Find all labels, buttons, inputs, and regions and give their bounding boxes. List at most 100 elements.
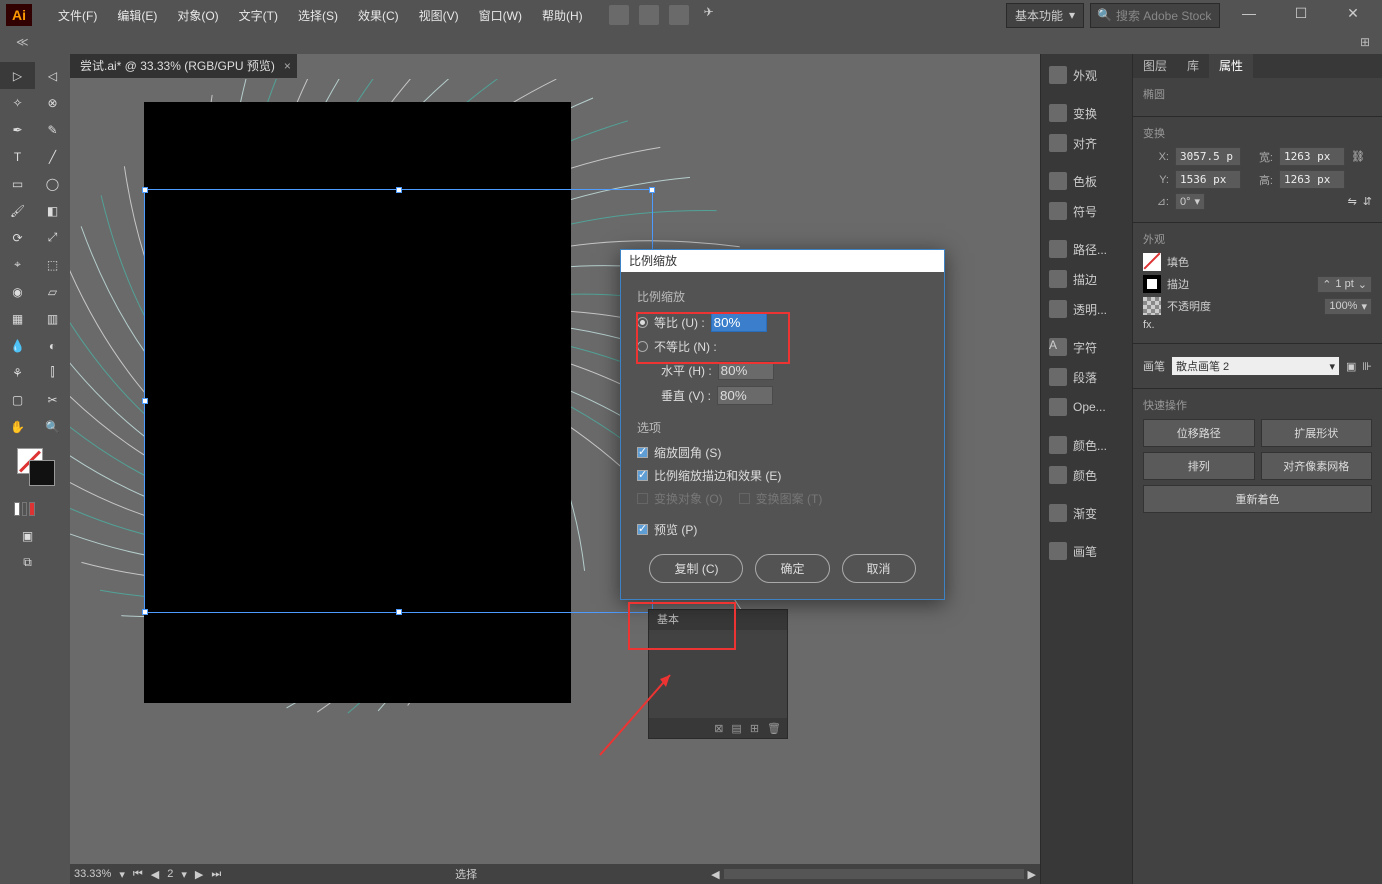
line-tool[interactable]: ╱	[35, 143, 70, 170]
tab-properties[interactable]: 属性	[1209, 54, 1253, 78]
menu-file[interactable]: 文件(F)	[50, 3, 105, 28]
direct-selection-tool[interactable]: ◁	[35, 62, 70, 89]
flip-h-icon[interactable]: ⇋	[1348, 195, 1357, 208]
tab-layers[interactable]: 图层	[1133, 54, 1177, 78]
arrange-button[interactable]: 排列	[1143, 452, 1255, 480]
stroke-weight[interactable]: ⌃ 1 pt ⌄	[1317, 276, 1372, 293]
hscrollbar[interactable]	[724, 869, 1024, 879]
mp-icon[interactable]: ⊠	[714, 722, 723, 735]
copy-button[interactable]: 复制 (C)	[649, 554, 743, 583]
bridge-icon[interactable]	[609, 5, 629, 25]
uniform-input[interactable]	[711, 313, 767, 332]
h-field[interactable]: 1263 px	[1279, 170, 1345, 189]
dock-pathfinder[interactable]: 路径...	[1043, 234, 1130, 264]
minimize-button[interactable]: —	[1226, 5, 1272, 25]
handle-s[interactable]	[396, 609, 402, 615]
zoom-level[interactable]: 33.33%	[70, 868, 115, 880]
dock-swatches[interactable]: 色板	[1043, 166, 1130, 196]
rectangle-tool[interactable]: ▭	[0, 170, 35, 197]
expand-right-icon[interactable]: ⊞	[1360, 35, 1370, 49]
eyedropper-tool[interactable]: 💧	[0, 332, 35, 359]
menu-edit[interactable]: 编辑(E)	[109, 3, 165, 28]
stock-icon[interactable]	[639, 5, 659, 25]
recolor-button[interactable]: 重新着色	[1143, 485, 1372, 513]
width-tool[interactable]: ⌖	[0, 251, 35, 278]
maximize-button[interactable]: ☐	[1278, 5, 1324, 25]
scroll-right-icon[interactable]: ▶	[1024, 868, 1040, 881]
dock-appearance[interactable]: 外观	[1043, 60, 1130, 90]
handle-n[interactable]	[396, 187, 402, 193]
scale-strokes-checkbox[interactable]	[637, 470, 648, 481]
mp-icon2[interactable]: ▤	[731, 722, 741, 735]
uniform-radio[interactable]	[637, 317, 648, 328]
mesh-tool[interactable]: ▦	[0, 305, 35, 332]
dock-color[interactable]: 颜色	[1043, 460, 1130, 490]
screen-mode-icon[interactable]: ▣	[10, 522, 45, 549]
dock-symbols[interactable]: 符号	[1043, 196, 1130, 226]
dock-align[interactable]: 对齐	[1043, 128, 1130, 158]
color-mode-icon[interactable]	[14, 502, 20, 516]
menu-view[interactable]: 视图(V)	[411, 3, 467, 28]
gradient-mode-icon[interactable]	[22, 502, 28, 516]
type-tool[interactable]: T	[0, 143, 35, 170]
offset-path-button[interactable]: 位移路径	[1143, 419, 1255, 447]
stroke-swatch[interactable]	[1143, 275, 1161, 293]
ellipse-tool[interactable]: ◯	[35, 170, 70, 197]
eraser-tool[interactable]: ◧	[35, 197, 70, 224]
ok-button[interactable]: 确定	[755, 554, 829, 583]
dock-colorguide[interactable]: 颜色...	[1043, 430, 1130, 460]
artboard-num[interactable]: 2	[163, 868, 177, 880]
shape-builder-tool[interactable]: ◉	[0, 278, 35, 305]
dock-transparency[interactable]: 透明...	[1043, 294, 1130, 324]
opacity-field[interactable]: 100% ▾	[1324, 298, 1372, 315]
expand-left-icon[interactable]: ≪	[16, 35, 29, 49]
dock-paragraph[interactable]: 段落	[1043, 362, 1130, 392]
close-button[interactable]: ✕	[1330, 5, 1376, 25]
tab-libraries[interactable]: 库	[1177, 54, 1209, 78]
magic-wand-tool[interactable]: ✧	[0, 89, 35, 116]
hand-tool[interactable]: ✋	[0, 413, 35, 440]
brush-options-icon[interactable]: ⊪	[1362, 360, 1372, 373]
free-transform-tool[interactable]: ⬚	[35, 251, 70, 278]
selection-tool[interactable]: ▷	[0, 62, 35, 89]
arrange-icon[interactable]	[669, 5, 689, 25]
menu-effect[interactable]: 效果(C)	[350, 3, 407, 28]
slice-tool[interactable]: ✂	[35, 386, 70, 413]
nav-first-icon[interactable]: ⏮	[129, 868, 147, 881]
pixel-align-button[interactable]: 对齐像素网格	[1261, 452, 1373, 480]
expand-shape-button[interactable]: 扩展形状	[1261, 419, 1373, 447]
rotate-tool[interactable]: ⟳	[0, 224, 35, 251]
brush-panel-icon[interactable]: ▣	[1346, 360, 1356, 373]
lasso-tool[interactable]: ⊗	[35, 89, 70, 116]
preview-checkbox[interactable]	[637, 524, 648, 535]
artboard-tool[interactable]: ▢	[0, 386, 35, 413]
pen-tool[interactable]: ✒	[0, 116, 35, 143]
mini-tab[interactable]: 基本	[649, 610, 687, 630]
link-icon[interactable]: ⛓	[1351, 150, 1365, 163]
nav-next-icon[interactable]: ▶	[191, 868, 207, 881]
flip-v-icon[interactable]: ⇵	[1363, 195, 1372, 208]
close-tab-icon[interactable]: ×	[284, 54, 291, 78]
menu-object[interactable]: 对象(O)	[169, 3, 226, 28]
perspective-tool[interactable]: ▱	[35, 278, 70, 305]
nav-last-icon[interactable]: ⏭	[207, 868, 225, 881]
menu-select[interactable]: 选择(S)	[290, 3, 346, 28]
gpu-icon[interactable]: ✈	[699, 5, 719, 25]
dock-transform[interactable]: 变换	[1043, 98, 1130, 128]
stock-search[interactable]: 🔍搜索 Adobe Stock	[1090, 3, 1220, 28]
dock-stroke[interactable]: 描边	[1043, 264, 1130, 294]
fx-label[interactable]: fx.	[1143, 319, 1155, 331]
scale-corners-checkbox[interactable]	[637, 447, 648, 458]
nonuniform-radio[interactable]	[637, 341, 648, 352]
handle-w[interactable]	[142, 398, 148, 404]
graph-tool[interactable]: ⫿	[35, 359, 70, 386]
gradient-tool[interactable]: ▥	[35, 305, 70, 332]
edit-mode-icon[interactable]: ⧉	[10, 549, 45, 576]
menu-type[interactable]: 文字(T)	[231, 3, 286, 28]
handle-sw[interactable]	[142, 609, 148, 615]
w-field[interactable]: 1263 px	[1279, 147, 1345, 166]
x-field[interactable]: 3057.5 p	[1175, 147, 1241, 166]
curvature-tool[interactable]: ✎	[35, 116, 70, 143]
menu-help[interactable]: 帮助(H)	[534, 3, 591, 28]
horiz-input[interactable]	[718, 361, 774, 380]
